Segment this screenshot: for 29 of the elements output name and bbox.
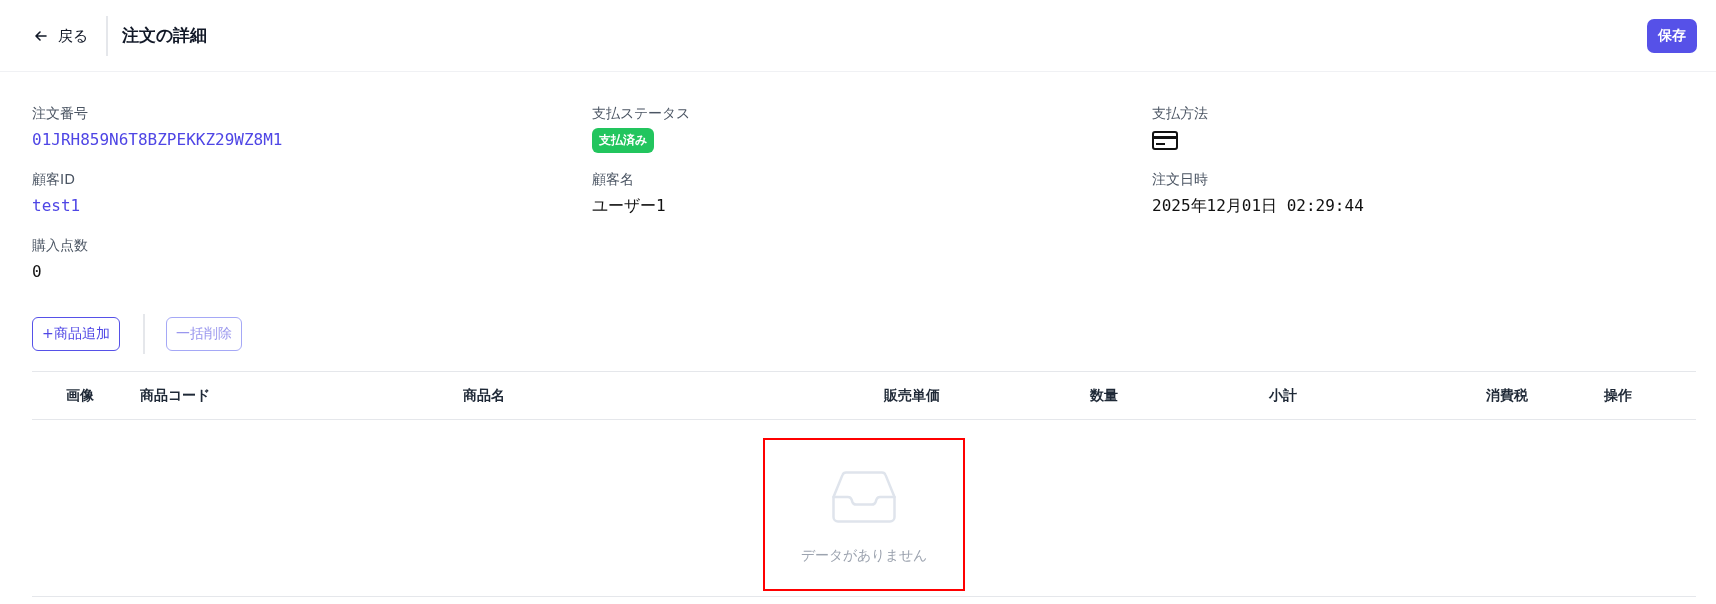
credit-card-icon — [1152, 130, 1178, 150]
column-header: 操作 — [1603, 386, 1633, 405]
column-header: 商品コード — [139, 386, 211, 405]
page-title: 注文の詳細 — [122, 24, 207, 47]
detail-value: ユーザー1 — [592, 195, 666, 217]
status-badge: 支払済み — [592, 127, 654, 153]
detail-label: 注文番号 — [32, 104, 88, 123]
detail-label: 支払ステータス — [592, 104, 690, 123]
column-header: 販売単価 — [883, 386, 941, 405]
back-button[interactable]: 戻る — [32, 21, 91, 50]
detail-label: 注文日時 — [1152, 170, 1208, 189]
detail-link[interactable]: 01JRH859N6T8BZPEKKZ29WZ8M1 — [32, 129, 283, 151]
detail-link[interactable]: test1 — [32, 195, 81, 217]
column-header: 小計 — [1268, 386, 1298, 405]
column-header: 数量 — [1089, 386, 1119, 405]
arrow-left-icon — [35, 30, 47, 41]
detail-label: 購入点数 — [32, 236, 88, 255]
empty-message: データがありません — [801, 546, 927, 565]
detail-label: 顧客ID — [32, 170, 75, 189]
detail-value: 2025年12月01日 02:29:44 — [1152, 195, 1364, 217]
inbox-icon — [832, 471, 896, 523]
detail-label: 顧客名 — [592, 170, 634, 189]
column-header: 画像 — [65, 386, 95, 405]
column-header: 消費税 — [1485, 386, 1529, 405]
detail-label: 支払方法 — [1152, 104, 1208, 123]
save-button[interactable]: 保存 — [1647, 18, 1697, 53]
column-header: 商品名 — [462, 386, 506, 405]
add-button[interactable]: +商品追加 — [32, 317, 120, 351]
detail-value: 0 — [32, 261, 42, 283]
